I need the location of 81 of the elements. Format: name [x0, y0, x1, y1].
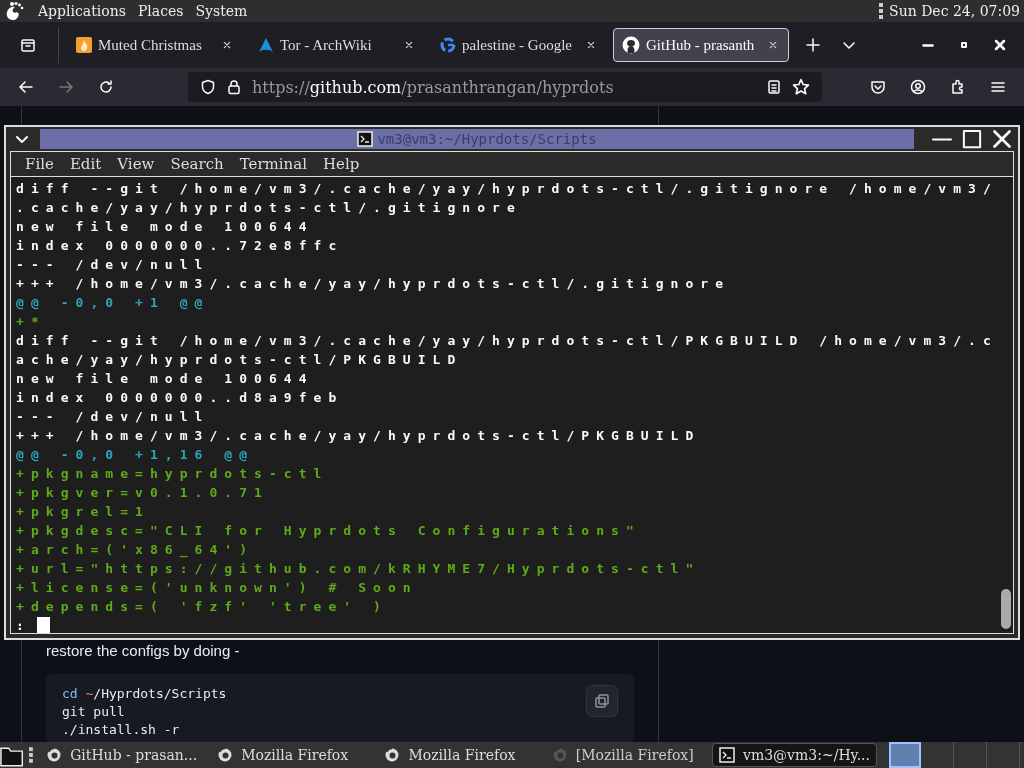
account-icon: [910, 79, 926, 95]
terminal-line: @@ -0,0 +1 @@: [16, 294, 211, 312]
menu-item[interactable]: Search: [162, 155, 232, 173]
terminal-line: +++ /home/vm3/.cache/yay/hyprdots-ctl/PKGBUILD: [16, 427, 702, 445]
taskbar-item[interactable]: Mozilla Firefox: [210, 743, 372, 767]
terminal-line: +pkgname=hyprdots-ctl: [16, 465, 330, 483]
puzzle-icon: [950, 79, 966, 95]
maximize-icon: [962, 129, 982, 149]
scrollbar-thumb[interactable]: [1001, 589, 1011, 629]
terminal-line: +depends=( 'fzf' 'tree' ): [16, 598, 389, 616]
menu-item[interactable]: Terminal: [231, 155, 315, 173]
taskbar-item[interactable]: Mozilla Firefox: [377, 743, 539, 767]
close-button[interactable]: [990, 128, 1014, 150]
inbox-icon: [20, 37, 36, 53]
terminal-line: +*: [16, 313, 47, 331]
lock-icon: [226, 79, 242, 95]
terminal-line: --- /dev/null: [16, 408, 211, 426]
terminal-line: +url="https://github.com/kRHYME7/Hyprdots-ctl": [16, 560, 702, 578]
menu-item[interactable]: Edit: [61, 155, 110, 173]
star-icon: [792, 78, 810, 96]
handle-icon: [879, 3, 884, 19]
minimize-icon: [922, 43, 934, 47]
clock[interactable]: Sun Dec 24, 07:09: [889, 3, 1020, 19]
address-bar[interactable]: https://github.com/prasanthrangan/hyprdots: [188, 72, 822, 102]
terminal-line: +pkgver=v0.1.0.71: [16, 484, 270, 502]
gnome-foot-icon[interactable]: [4, 1, 26, 21]
arrow-right-icon: [58, 79, 74, 95]
plus-icon: [805, 37, 821, 53]
taskbar-item[interactable]: GitHub - prasan...: [39, 743, 205, 767]
terminal-line: ache/yay/hyprdots-ctl/PKGBUILD: [16, 351, 464, 369]
minimize-icon: [932, 137, 952, 141]
terminal-line: +license=('unknown') # Soon: [16, 579, 419, 597]
terminal-line: .cache/yay/hyprdots-ctl/.gitignore: [16, 199, 523, 217]
menu-item[interactable]: File: [17, 155, 62, 173]
terminal-line: diff --git /home/vm3/.cache/yay/hyprdots-ctl/.gitignore /home/vm3/: [16, 180, 999, 198]
terminal-line: new file mode 100644: [16, 370, 315, 388]
menu-item[interactable]: Help: [315, 155, 368, 173]
workspace-switcher[interactable]: [889, 742, 1020, 768]
arch-logo-icon: [258, 37, 274, 53]
terminal-line: +arch=('x86_64'): [16, 541, 256, 559]
panel-menu[interactable]: Applications: [38, 3, 126, 19]
shield-icon: [200, 79, 216, 95]
terminal-icon: [719, 747, 736, 763]
maximize-button[interactable]: [960, 128, 984, 150]
code-text: cd ~/Hyprdots/Scripts git pull ./install.sh -r: [62, 685, 227, 739]
browser-tab[interactable]: Tor - ArchWiki: [249, 28, 425, 62]
taskbar-item[interactable]: vm3@vm3:~/Hy...: [712, 743, 877, 767]
url-text: https://github.com/prasanthrangan/hyprdots: [252, 77, 615, 97]
window-title: vm3@vm3:~/Hyprdots/Scripts: [377, 131, 597, 147]
browser-tab[interactable]: Muted Christmas: [67, 28, 243, 62]
handle-icon: [29, 747, 34, 763]
reload-icon: [98, 79, 114, 95]
pager-prompt: :: [16, 617, 31, 633]
reader-view-icon: [766, 79, 782, 95]
page-text: restore the configs by doing -: [46, 642, 241, 660]
panel-menu[interactable]: System: [195, 3, 248, 19]
terminal-line: --- /dev/null: [16, 256, 211, 274]
copy-icon: [594, 693, 610, 709]
terminal-line: index 0000000..72e8ffc: [16, 237, 345, 255]
terminal-line: index 0000000..d8a9feb: [16, 389, 345, 407]
terminal-line: diff --git /home/vm3/.cache/yay/hyprdots-ctl/PKGBUILD /home/vm3/.c: [16, 332, 999, 350]
close-icon: [992, 129, 1012, 149]
menu-item[interactable]: View: [109, 155, 163, 173]
google-g-icon: [440, 37, 456, 53]
terminal-line: @@ -0,0 +1,16 @@: [16, 446, 256, 464]
taskbar-item[interactable]: [Mozilla Firefox]: [544, 743, 707, 767]
browser-tab[interactable]: palestine - Google: [431, 28, 607, 62]
pocket-icon: [870, 79, 886, 95]
arrow-left-icon: [18, 79, 34, 95]
panel-menu[interactable]: Places: [137, 3, 184, 19]
close-icon: [992, 37, 1008, 53]
copy-button[interactable]: [586, 685, 618, 717]
terminal-line: +++ /home/vm3/.cache/yay/hyprdots-ctl/.gitignore: [16, 275, 732, 293]
terminal-line: new file mode 100644: [16, 218, 315, 236]
terminal-icon: [357, 131, 374, 147]
flame-icon: [76, 37, 92, 53]
menu-icon: [990, 79, 1006, 95]
browser-tab[interactable]: GitHub - prasanth: [613, 28, 789, 62]
terminal-line: +pkgrel=1: [16, 503, 151, 521]
terminal-line: +pkgdesc="CLI for Hyprdots Configurations": [16, 522, 642, 540]
text-cursor: [36, 617, 50, 633]
